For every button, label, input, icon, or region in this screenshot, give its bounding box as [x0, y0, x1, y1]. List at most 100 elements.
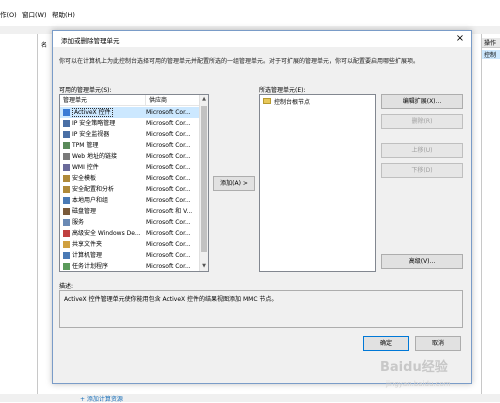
snapin-vendor: Microsoft Cor... [146, 164, 191, 171]
snapin-name: 高级安全 Windows De... [72, 230, 141, 237]
console-root-label: 控制台根节点 [274, 99, 311, 106]
snapin-name: 任务计划程序 [72, 263, 109, 270]
move-down-button[interactable]: 下移(D) [381, 163, 463, 178]
snapin-vendor: Microsoft Cor... [146, 142, 191, 149]
snapin-icon [63, 186, 70, 193]
scroll-up-arrow-icon[interactable]: ▲ [200, 95, 208, 104]
snapin-vendor: Microsoft Cor... [146, 241, 191, 248]
snapin-name: 计算机管理 [72, 252, 103, 259]
scroll-down-arrow-icon[interactable]: ▼ [200, 262, 208, 271]
snapin-vendor: Microsoft 和 V... [146, 208, 193, 215]
snapin-icon [63, 252, 70, 259]
actions-selected-item[interactable]: 控制 [482, 50, 500, 59]
dialog-title: 添加或删除管理单元 [61, 37, 120, 45]
snapin-icon [63, 142, 70, 149]
snapin-row[interactable]: 共享文件夹 Microsoft Cor... [60, 239, 200, 250]
snapin-vendor: Microsoft Cor... [146, 219, 191, 226]
snapin-vendor: Microsoft Cor... [146, 263, 191, 270]
scroll-thumb[interactable] [201, 106, 207, 252]
snapin-vendor: Microsoft Cor... [146, 120, 191, 127]
snapin-name: WMI 控件 [72, 164, 99, 171]
add-button[interactable]: 添加(A) > [213, 176, 255, 191]
snapin-icon [63, 164, 70, 171]
snapin-name: IP 安全策略管理 [72, 120, 116, 127]
snapin-row[interactable]: 任务计划程序 Microsoft Cor... [60, 261, 200, 271]
baidu-watermark: Baidu经验 jingyan.baidu.com [380, 356, 496, 396]
snapin-icon [63, 153, 70, 160]
snapin-name: 本地用户和组 [72, 197, 109, 204]
dialog-description: 你可以在计算机上为此控制台选择可用的管理单元并配置所选的一组管理单元。对于可扩展… [59, 58, 420, 65]
remove-button[interactable]: 删除(R) [381, 114, 463, 129]
snapin-row[interactable]: 安全模板 Microsoft Cor... [60, 173, 200, 184]
menu-item-window[interactable]: 窗口(W) [22, 9, 47, 19]
menu-bar: 作(O) 窗口(W) 帮助(H) [0, 0, 500, 26]
actions-header: 操作 [482, 38, 500, 48]
snapin-icon [63, 197, 70, 204]
snapin-row[interactable]: IP 安全监视器 Microsoft Cor... [60, 129, 200, 140]
snapin-name: IP 安全监视器 [72, 131, 110, 138]
snapin-name: 共享文件夹 [72, 241, 103, 248]
snapin-row[interactable]: TPM 管理 Microsoft Cor... [60, 140, 200, 151]
snapin-icon [63, 219, 70, 226]
snapin-icon [63, 263, 70, 270]
folder-icon [263, 98, 271, 104]
watermark-sub: jingyan.baidu.com [386, 380, 451, 388]
snapin-icon [63, 120, 70, 127]
selected-snapins-list[interactable]: 控制台根节点 [259, 94, 376, 272]
ok-button[interactable]: 确定 [363, 336, 409, 351]
column-header-name[interactable]: 管理单元 [60, 95, 146, 106]
snapin-vendor: Microsoft Cor... [146, 230, 191, 237]
snapin-icon [63, 109, 70, 116]
column-header-vendor[interactable]: 供应商 [146, 95, 200, 106]
list-item[interactable]: 控制台根节点 [260, 95, 375, 107]
snapin-name: Web 地址的链接 [72, 153, 117, 160]
snapin-row[interactable]: 服务 Microsoft Cor... [60, 217, 200, 228]
snapin-vendor: Microsoft Cor... [146, 252, 191, 259]
snapin-row[interactable]: 高级安全 Windows De... Microsoft Cor... [60, 228, 200, 239]
snapin-row[interactable]: Web 地址的链接 Microsoft Cor... [60, 151, 200, 162]
snapin-vendor: Microsoft Cor... [146, 131, 191, 138]
snapin-name: TPM 管理 [72, 142, 99, 149]
console-tree-pane[interactable] [0, 34, 38, 394]
snapin-row[interactable]: IP 安全策略管理 Microsoft Cor... [60, 118, 200, 129]
description-box: ActiveX 控件管理单元使你能用包含 ActiveX 控件的结果视图添加 M… [59, 290, 463, 328]
snapin-vendor: Microsoft Cor... [146, 109, 191, 116]
snapin-icon [63, 230, 70, 237]
menu-item-help[interactable]: 帮助(H) [52, 9, 75, 19]
snapin-row[interactable]: ActiveX 控件 Microsoft Cor... [60, 107, 200, 118]
snapin-icon [63, 241, 70, 248]
cancel-button[interactable]: 取消 [415, 336, 461, 351]
snapin-name: 磁盘管理 [72, 208, 97, 215]
snapin-name: 安全模板 [72, 175, 97, 182]
snapin-name: 安全配置和分析 [72, 186, 115, 193]
snapin-vendor: Microsoft Cor... [146, 153, 191, 160]
list-scrollbar[interactable]: ▲ ▼ [199, 95, 208, 271]
actions-pane[interactable]: 操作 控制 [482, 34, 500, 394]
description-text: ActiveX 控件管理单元使你能用包含 ActiveX 控件的结果视图添加 M… [64, 296, 278, 303]
move-up-button[interactable]: 上移(U) [381, 143, 463, 158]
snapin-name: ActiveX 控件 [72, 108, 113, 117]
snapin-vendor: Microsoft Cor... [146, 175, 191, 182]
snapin-row[interactable]: 安全配置和分析 Microsoft Cor... [60, 184, 200, 195]
snapin-row[interactable]: 计算机管理 Microsoft Cor... [60, 250, 200, 261]
close-icon[interactable]: × [453, 32, 467, 46]
snapin-icon [63, 175, 70, 182]
selected-snapins-label: 所选管理单元(E): [259, 87, 306, 94]
dialog-titlebar: 添加或删除管理单元 × [53, 31, 471, 47]
snapin-icon [63, 208, 70, 215]
snapin-row[interactable]: 本地用户和组 Microsoft Cor... [60, 195, 200, 206]
edit-extensions-button[interactable]: 编辑扩展(X)... [381, 94, 463, 109]
available-snapins-list[interactable]: 管理单元 供应商 ActiveX 控件 Microsoft Cor... IP 安全… [59, 94, 209, 272]
watermark-main: Baidu经验 [380, 360, 448, 375]
available-snapins-label: 可用的管理单元(S): [59, 87, 112, 94]
result-column-header: 名 [41, 42, 48, 49]
snapin-icon [63, 131, 70, 138]
snapin-vendor: Microsoft Cor... [146, 186, 191, 193]
advanced-button[interactable]: 高级(V)... [381, 254, 463, 269]
menu-item-action[interactable]: 作(O) [0, 9, 17, 19]
snapin-vendor: Microsoft Cor... [146, 197, 191, 204]
snapin-row[interactable]: 磁盘管理 Microsoft 和 V... [60, 206, 200, 217]
snapin-name: 服务 [72, 219, 85, 226]
snapin-row[interactable]: WMI 控件 Microsoft Cor... [60, 162, 200, 173]
description-label: 描述: [59, 283, 74, 290]
